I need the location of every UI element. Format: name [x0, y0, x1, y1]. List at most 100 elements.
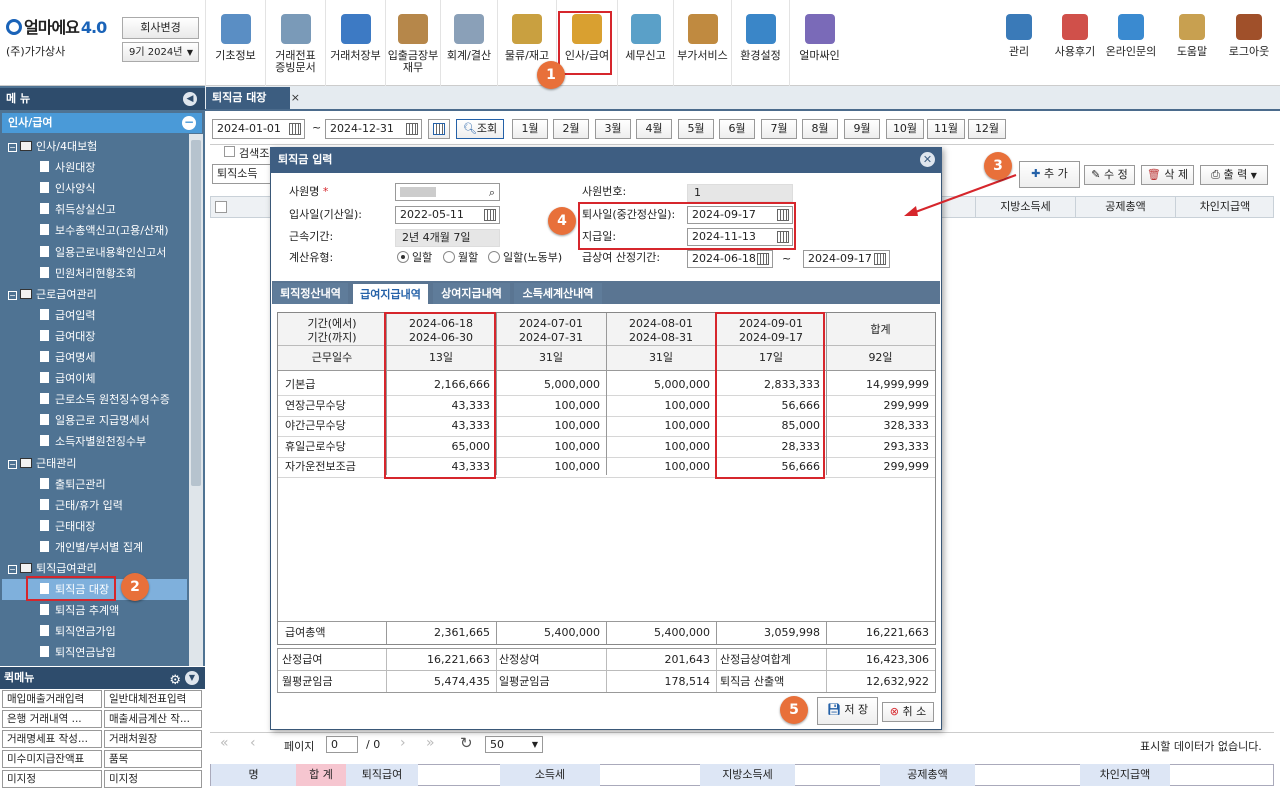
next-page-icon[interactable]: ›	[400, 735, 406, 751]
bonus-to-input[interactable]: 2024-09-17	[803, 250, 890, 268]
close-icon[interactable]: ×	[291, 87, 300, 109]
collapse-minus-icon[interactable]: −	[8, 143, 17, 152]
edit-button[interactable]: ✎ 수 정	[1084, 165, 1135, 185]
tab-retirement-ledger[interactable]: 퇴직금 대장 ×	[206, 87, 300, 109]
sidebar-item[interactable]: 퇴직연금가입	[2, 621, 187, 642]
toolbar-basic-info[interactable]: 기초정보	[205, 0, 265, 86]
toolbar-puzzle[interactable]: 관리	[990, 0, 1048, 86]
save-button[interactable]: 💾︎ 저 장	[817, 697, 878, 725]
date-from-input[interactable]: 2024-01-01	[212, 119, 305, 139]
sidebar-folder[interactable]: − 근로급여관리	[2, 284, 187, 305]
sidebar-item[interactable]: 취득상실신고	[2, 199, 187, 220]
calendar-icon[interactable]	[757, 253, 769, 265]
toolbar-cashbook[interactable]: 입출금장부 재무	[385, 0, 440, 86]
calendar-icon[interactable]	[484, 209, 496, 221]
chevron-down-icon[interactable]: ▼	[185, 671, 199, 685]
calendar-icon[interactable]	[406, 123, 418, 135]
sidebar-folder[interactable]: − 근태관리	[2, 453, 187, 474]
sidebar-section-payroll[interactable]: 인사/급여 −	[2, 113, 202, 133]
tab-retirement-settlement[interactable]: 퇴직정산내역	[273, 283, 348, 304]
sidebar-item[interactable]: 퇴직금 추계액	[2, 600, 187, 621]
quick-menu-item[interactable]: 품목	[104, 750, 202, 768]
sidebar-item[interactable]: 사원대장	[2, 157, 187, 178]
search-button[interactable]: 🔍︎조회	[456, 119, 504, 139]
month-button[interactable]: 7월	[761, 119, 797, 139]
month-button[interactable]: 1월	[512, 119, 548, 139]
sidebar-item[interactable]: 출퇴근관리	[2, 474, 187, 495]
month-button[interactable]: 2월	[553, 119, 589, 139]
sidebar-folder[interactable]: − 인사/4대보험	[2, 136, 187, 157]
sidebar-item[interactable]: 근태대장	[2, 516, 187, 537]
sidebar-item[interactable]: 개인별/부서별 집계	[2, 537, 187, 558]
delete-button[interactable]: 🗑︎ 삭 제	[1141, 165, 1194, 185]
minus-icon[interactable]: −	[182, 116, 196, 130]
calc-labor-radio[interactable]: 일할(노동부)	[488, 248, 562, 268]
calc-monthly-radio[interactable]: 월할	[443, 248, 478, 268]
sidebar-item[interactable]: 보수총액신고(고용/산재)	[2, 220, 187, 241]
grid-col-deduction[interactable]: 공제총액	[1075, 196, 1175, 218]
sidebar-item[interactable]: 일용근로내용확인신고서	[2, 242, 187, 263]
month-button[interactable]: 11월	[927, 119, 965, 139]
month-button[interactable]: 5월	[678, 119, 714, 139]
cancel-button[interactable]: ⊗ 취 소	[882, 702, 934, 722]
month-button[interactable]: 12월	[968, 119, 1006, 139]
collapse-minus-icon[interactable]: −	[8, 459, 17, 469]
toolbar-settings-gear[interactable]: 환경설정	[731, 0, 789, 86]
month-button[interactable]: 9월	[844, 119, 880, 139]
add-button[interactable]: ✚ 추 가	[1019, 161, 1080, 188]
search-icon[interactable]: ⌕	[489, 184, 495, 200]
toolbar-review[interactable]: 사용후기	[1046, 0, 1104, 86]
month-button[interactable]: 10월	[886, 119, 924, 139]
quick-menu-item[interactable]: 일반대체전표입력	[104, 690, 202, 708]
sidebar-item[interactable]: 일용근로 지급명세서	[2, 410, 187, 431]
calendar-icon[interactable]	[289, 123, 301, 135]
calendar-picker-button[interactable]	[428, 119, 450, 139]
toolbar-logout-door[interactable]: 로그아웃	[1220, 0, 1278, 86]
change-company-button[interactable]: 회사변경	[122, 17, 199, 39]
toolbar-service[interactable]: 부가서비스	[673, 0, 731, 86]
tab-bonus-payments[interactable]: 상여지급내역	[433, 283, 510, 304]
month-button[interactable]: 8월	[802, 119, 838, 139]
prev-page-icon[interactable]: ‹	[250, 735, 256, 751]
sidebar-item[interactable]: 급여입력	[2, 305, 187, 326]
page-input[interactable]: 0	[326, 736, 358, 753]
tab-income-tax-calc[interactable]: 소득세계산내역	[514, 283, 602, 304]
calc-daily-radio[interactable]: 일할	[397, 248, 432, 268]
sidebar-item[interactable]: 급여이체	[2, 368, 187, 389]
join-date-input[interactable]: 2022-05-11	[395, 206, 500, 224]
toolbar-ledger[interactable]: 거래처장부	[325, 0, 385, 86]
period-select[interactable]: 9기 2024년 ▼	[122, 42, 199, 62]
collapse-left-icon[interactable]: ◀	[183, 92, 197, 106]
quick-menu-item[interactable]: 미지정	[104, 770, 202, 788]
first-page-icon[interactable]: «	[220, 735, 229, 751]
toolbar-sign[interactable]: 얼마싸인	[789, 0, 849, 86]
tab-salary-payments[interactable]: 급여지급내역	[352, 283, 429, 304]
quick-menu-item[interactable]: 미수미지급잔액표	[2, 750, 102, 768]
quick-menu-item[interactable]: 미지정	[2, 770, 102, 788]
gear-icon[interactable]: ⚙	[169, 670, 181, 692]
month-button[interactable]: 6월	[719, 119, 755, 139]
date-to-input[interactable]: 2024-12-31	[325, 119, 422, 139]
toolbar-help-book[interactable]: 도움말	[1163, 0, 1221, 86]
income-type-select[interactable]: 퇴직소득	[212, 164, 272, 184]
calendar-icon[interactable]	[874, 253, 886, 265]
sidebar-item[interactable]: 퇴직연금납입	[2, 642, 187, 663]
page-size-select[interactable]: 50 ▼	[485, 736, 543, 753]
search-checkbox[interactable]	[224, 146, 235, 157]
toolbar-inquiry[interactable]: 온라인문의	[1102, 0, 1160, 86]
toolbar-voucher[interactable]: 거래전표 증빙문서	[265, 0, 325, 86]
sidebar-item[interactable]: 소득자별원천징수부	[2, 431, 187, 452]
sidebar-item[interactable]: 인사양식	[2, 178, 187, 199]
collapse-minus-icon[interactable]: −	[8, 290, 17, 300]
grid-col-net-pay[interactable]: 차인지급액	[1175, 196, 1274, 218]
print-button[interactable]: ⎙ 출 력 ▼	[1200, 165, 1268, 185]
employee-name-input[interactable]: ⌕	[395, 183, 500, 201]
toolbar-accounting[interactable]: 회계/결산	[440, 0, 497, 86]
month-button[interactable]: 4월	[636, 119, 672, 139]
month-button[interactable]: 3월	[595, 119, 631, 139]
quick-menu-item[interactable]: 거래명세표 작성...	[2, 730, 102, 748]
sidebar-item[interactable]: 민원처리현황조회	[2, 263, 187, 284]
close-icon[interactable]: ✕	[920, 152, 935, 167]
quick-menu-item[interactable]: 매출세금계산 작...	[104, 710, 202, 728]
bonus-from-input[interactable]: 2024-06-18	[687, 250, 773, 268]
